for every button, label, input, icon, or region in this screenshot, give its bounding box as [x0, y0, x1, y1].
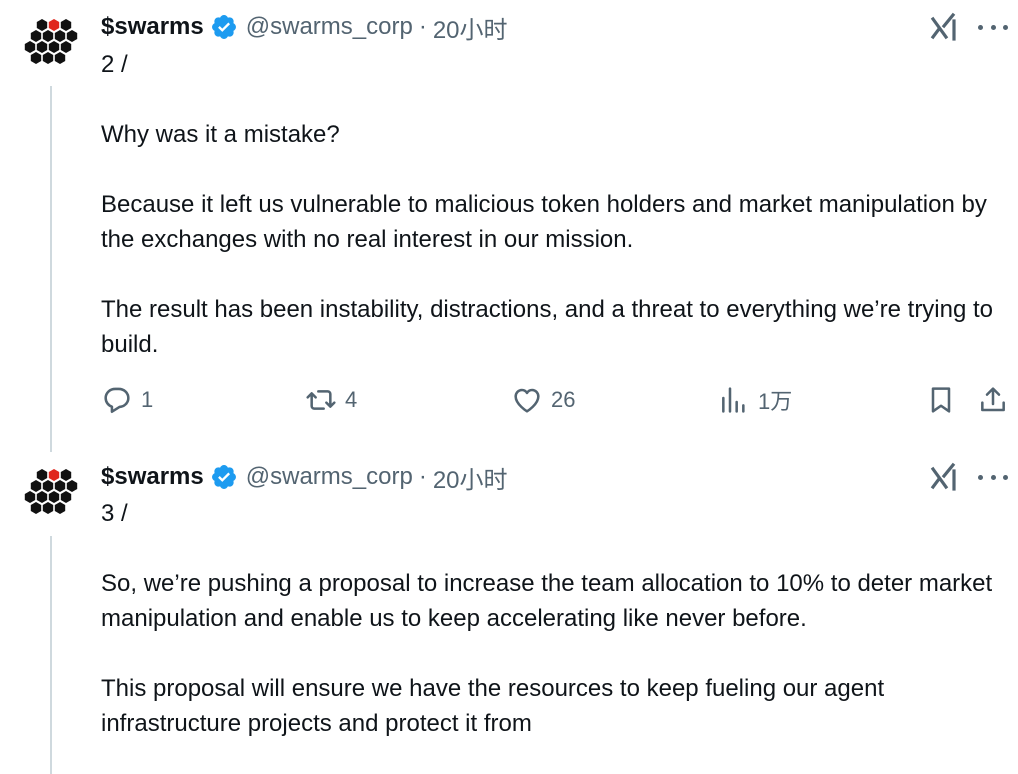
retweet-count: 4 [345, 387, 358, 412]
tweet-line: So, we’re pushing a proposal to increase… [101, 570, 993, 632]
separator-dot: · [418, 13, 427, 40]
bookmark-icon [931, 387, 951, 413]
bookmark-button[interactable] [925, 383, 957, 417]
share-button[interactable] [977, 383, 1009, 417]
hexagon-cluster-logo [24, 19, 78, 64]
display-name[interactable]: $swarms [101, 13, 204, 41]
reply-count: 1 [141, 387, 154, 412]
tweet-text: 2 / Why was it a mistake? Because it lef… [101, 47, 1013, 362]
views-button[interactable]: 1万 [718, 383, 792, 417]
reply-icon [104, 387, 130, 413]
heart-icon [514, 388, 540, 413]
tweet-line: The result has been instability, distrac… [101, 296, 994, 358]
avatar[interactable] [22, 10, 80, 68]
tweet-actions: 1 4 26 1万 [101, 383, 1013, 417]
hexagon-cluster-logo [24, 469, 78, 514]
tweet-line: 3 / [101, 500, 128, 527]
reply-button[interactable]: 1 [101, 383, 153, 417]
handle[interactable]: @swarms_corp [246, 13, 413, 41]
share-icon [981, 387, 1005, 412]
verified-badge-icon[interactable] [210, 13, 238, 41]
avatar[interactable] [22, 460, 80, 518]
tweet-line: 2 / [101, 51, 128, 78]
views-icon [722, 387, 745, 413]
verified-badge-icon[interactable] [210, 463, 238, 491]
tweet-header: $swarms @swarms_corp · 20小时 [101, 10, 508, 44]
retweet-icon [306, 390, 336, 410]
tweet-line: Why was it a mistake? [101, 121, 340, 148]
timestamp[interactable]: 20小时 [433, 10, 508, 45]
more-dots-icon[interactable] [978, 12, 1008, 42]
tweet-line: This proposal will ensure we have the re… [101, 675, 885, 737]
tweet-header: $swarms @swarms_corp · 20小时 [101, 460, 508, 494]
views-count: 1万 [758, 389, 793, 414]
tweet-2[interactable]: $swarms @swarms_corp · 20小时 3 / So, we’r… [0, 460, 1018, 774]
grok-icon[interactable] [930, 12, 960, 42]
like-count: 26 [551, 387, 576, 412]
tweet-text: 3 / So, we’re pushing a proposal to incr… [101, 496, 1013, 741]
tweet-1[interactable]: $swarms @swarms_corp · 20小时 2 / Why was … [0, 10, 1018, 430]
display-name[interactable]: $swarms [101, 463, 204, 491]
more-dots-icon[interactable] [978, 462, 1008, 492]
tweet-top-actions [930, 10, 1008, 44]
tweet-top-actions [930, 460, 1008, 494]
tweet-line: Because it left us vulnerable to malicio… [101, 191, 987, 253]
like-button[interactable]: 26 [511, 383, 575, 417]
timestamp[interactable]: 20小时 [433, 460, 508, 495]
grok-icon[interactable] [930, 462, 960, 492]
handle[interactable]: @swarms_corp [246, 463, 413, 491]
separator-dot: · [418, 463, 427, 490]
retweet-button[interactable]: 4 [305, 383, 357, 417]
